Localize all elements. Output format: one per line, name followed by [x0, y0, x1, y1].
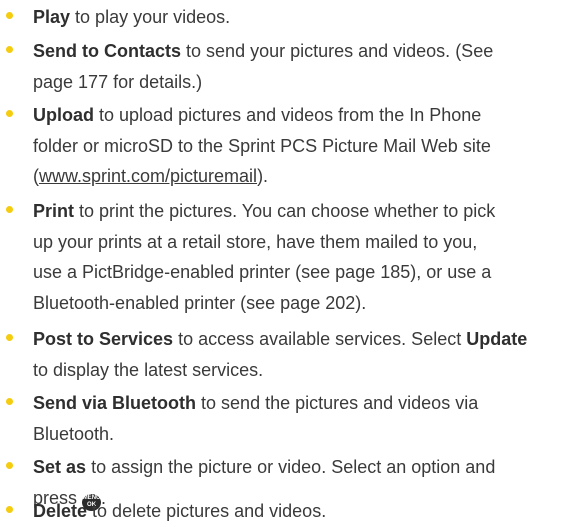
item-term-update: Update	[466, 329, 528, 349]
item-desc: Bluetooth-enabled printer (see page 202)…	[33, 292, 367, 313]
item-term: Play	[33, 7, 71, 27]
bullet-icon	[6, 334, 13, 341]
item-desc: up your prints at a retail store, have t…	[33, 231, 478, 252]
picturemail-link[interactable]: www.sprint.com/picturemail	[39, 166, 257, 186]
item-term: Delete	[33, 501, 88, 521]
bullet-icon	[6, 462, 13, 469]
link-close-paren: ).	[257, 166, 269, 186]
item-term: Post to Services	[33, 329, 174, 349]
bullet-icon	[6, 206, 13, 213]
item-text: Send to Contacts to send your pictures a…	[33, 36, 493, 97]
item-desc: to access available services. Select	[178, 329, 462, 349]
item-desc: to assign the picture or video. Select a…	[91, 457, 496, 477]
item-desc: folder or microSD to the Sprint PCS Pict…	[33, 135, 491, 156]
item-text: Play to play your videos.	[33, 2, 230, 33]
item-desc: to upload pictures and videos from the I…	[99, 105, 482, 125]
item-text: Delete to delete pictures and videos.	[33, 496, 326, 527]
item-desc: to play your videos.	[75, 7, 231, 27]
item-term: Upload	[33, 105, 94, 125]
item-desc: to delete pictures and videos.	[92, 501, 327, 521]
item-term: Set as	[33, 457, 87, 477]
item-text: Print to print the pictures. You can cho…	[33, 196, 495, 318]
bullet-icon	[6, 12, 13, 19]
item-desc: to display the latest services.	[33, 359, 264, 380]
item-text: Send via Bluetooth to send the pictures …	[33, 388, 478, 449]
item-term: Print	[33, 201, 75, 221]
item-desc: Bluetooth.	[33, 423, 115, 444]
item-text: Upload to upload pictures and videos fro…	[33, 100, 491, 192]
item-desc: to send your pictures and videos. (See	[186, 41, 494, 61]
bullet-icon	[6, 46, 13, 53]
item-desc: page 177 for details.)	[33, 71, 203, 92]
item-desc: to print the pictures. You can choose wh…	[79, 201, 496, 221]
item-desc: to send the pictures and videos via	[201, 393, 479, 413]
bullet-icon	[6, 110, 13, 117]
item-term: Send to Contacts	[33, 41, 182, 61]
item-term: Send via Bluetooth	[33, 393, 197, 413]
bullet-icon	[6, 398, 13, 405]
bullet-icon	[6, 506, 13, 513]
item-text: Post to Services to access available ser…	[33, 324, 527, 385]
item-desc: use a PictBridge-enabled printer (see pa…	[33, 262, 492, 282]
